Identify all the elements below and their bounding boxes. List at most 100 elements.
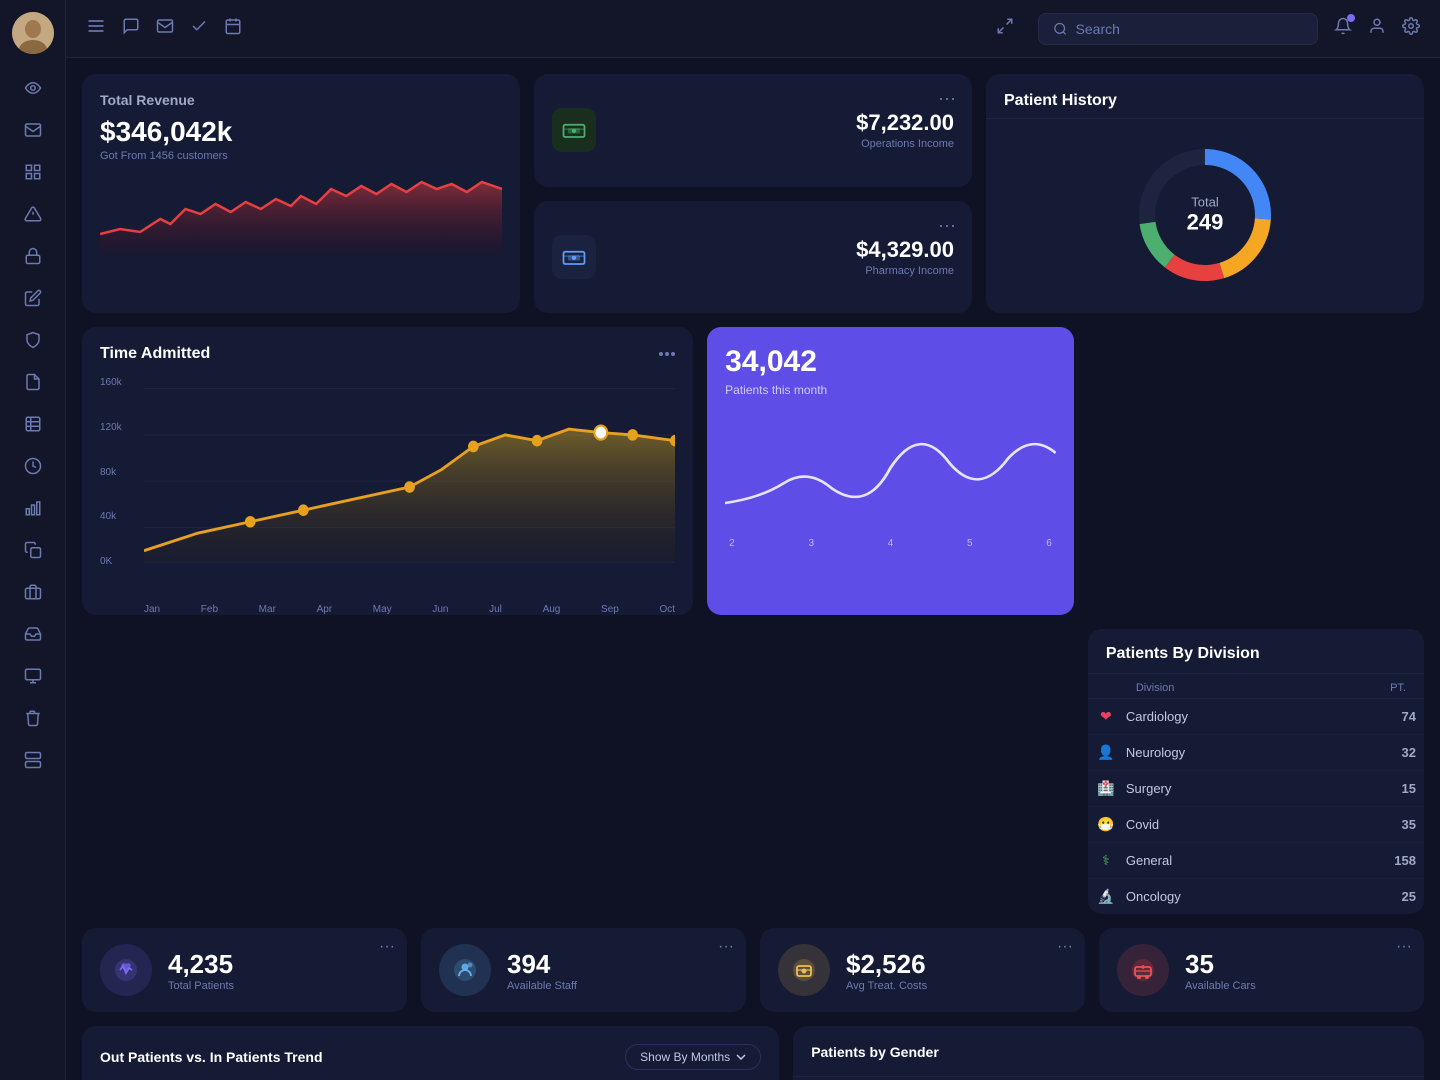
patient-history-donut: Total 249 <box>1004 135 1406 295</box>
trend-card: Out Patients vs. In Patients Trend Show … <box>82 1026 779 1080</box>
sidebar-icon-lock[interactable] <box>15 238 51 274</box>
general-label: General <box>1126 853 1384 868</box>
chat-nav-icon[interactable] <box>122 17 140 40</box>
division-row-neurology: 👤 Neurology 32 <box>1088 735 1424 771</box>
sidebar-icon-trash[interactable] <box>15 700 51 736</box>
ops-income-icon <box>552 108 596 152</box>
patients-month-label: Patients this month <box>725 383 1056 397</box>
available-cars-icon-wrap <box>1117 944 1169 996</box>
chevron-down-icon <box>736 1054 746 1060</box>
pt-col-header: PT. <box>1390 682 1406 694</box>
division-col-header: Division <box>1136 682 1380 694</box>
patients-by-division-card: Patients By Division Division PT. ❤ Card… <box>1088 629 1424 914</box>
neurology-icon: 👤 <box>1096 744 1116 761</box>
division-row-surgery: 🏥 Surgery 15 <box>1088 771 1424 807</box>
division-title: Patients By Division <box>1088 629 1424 674</box>
patient-history-total: Total 249 <box>1187 195 1224 236</box>
topnav <box>66 0 1440 58</box>
sidebar-icon-server[interactable] <box>15 742 51 778</box>
covid-label: Covid <box>1126 817 1392 832</box>
ops-income-data: $7,232.00 Operations Income <box>612 110 954 150</box>
ops-income-amount: $7,232.00 <box>612 110 954 136</box>
income-cards: ··· $7,232.00 Operations Income ··· $4,3… <box>534 74 972 313</box>
revenue-amount: $346,042k <box>100 116 502 148</box>
staff-icon <box>452 957 478 983</box>
stat-patients-menu[interactable]: ··· <box>379 938 395 956</box>
bottom-row: Out Patients vs. In Patients Trend Show … <box>82 1026 1424 1080</box>
stat-cars-menu[interactable]: ··· <box>1396 938 1412 956</box>
pharma-income-icon <box>552 235 596 279</box>
oncology-icon: 🔬 <box>1096 888 1116 905</box>
sidebar-icon-eye[interactable] <box>15 70 51 106</box>
row2-wrapper: Time Admitted 160k 120k 80k 40k 0K <box>82 327 1424 914</box>
available-staff-label: Available Staff <box>507 980 577 992</box>
avg-treat-value: $2,526 <box>846 949 927 980</box>
patients-month-value: 34,042 <box>725 345 1056 379</box>
ops-income-menu[interactable]: ··· <box>938 88 956 109</box>
search-box[interactable] <box>1038 13 1318 45</box>
gender-title: Patients by Gender <box>811 1044 1406 1060</box>
sidebar-icon-edit[interactable] <box>15 280 51 316</box>
stat-treat-menu[interactable]: ··· <box>1057 938 1073 956</box>
avg-treat-label: Avg Treat. Costs <box>846 980 927 992</box>
cardiology-label: Cardiology <box>1126 709 1392 724</box>
time-admitted-menu[interactable] <box>659 343 675 361</box>
neurology-label: Neurology <box>1126 745 1392 760</box>
stat-staff-menu[interactable]: ··· <box>718 938 734 956</box>
hamburger-icon[interactable] <box>86 16 106 41</box>
sidebar-icon-grid[interactable] <box>15 154 51 190</box>
show-by-label: Show By Months <box>640 1050 730 1064</box>
sidebar-icon-shield[interactable] <box>15 322 51 358</box>
cardiology-count: 74 <box>1402 709 1416 724</box>
notification-icon[interactable] <box>1334 17 1352 40</box>
revenue-title: Total Revenue <box>100 92 502 108</box>
sidebar-icon-bar[interactable] <box>15 490 51 526</box>
avg-treat-icon-wrap <box>778 944 830 996</box>
available-staff-icon-wrap <box>439 944 491 996</box>
oncology-label: Oncology <box>1126 889 1392 904</box>
revenue-subtitle: Got From 1456 customers <box>100 150 502 162</box>
stat-avg-treat: ··· $2,526 Avg Treat. Costs <box>760 928 1085 1012</box>
pharma-income-data: $4,329.00 Pharmacy Income <box>612 237 954 277</box>
dashboard-content: Total Revenue $346,042k Got From 1456 cu… <box>66 58 1440 1080</box>
pharmacy-income-card: ··· $4,329.00 Pharmacy Income <box>534 201 972 314</box>
sidebar-icon-table[interactable] <box>15 406 51 442</box>
total-patients-icon-wrap <box>100 944 152 996</box>
available-cars-label: Available Cars <box>1185 980 1256 992</box>
general-icon: ⚕ <box>1096 852 1116 869</box>
pharma-income-label: Pharmacy Income <box>612 265 954 277</box>
sidebar-icon-copy[interactable] <box>15 532 51 568</box>
sidebar <box>0 0 66 1080</box>
division-row-cardiology: ❤ Cardiology 74 <box>1088 699 1424 735</box>
user-nav-icon[interactable] <box>1368 17 1386 40</box>
check-nav-icon[interactable] <box>190 17 208 40</box>
search-input[interactable] <box>1076 21 1303 37</box>
sidebar-icon-mail[interactable] <box>15 112 51 148</box>
total-patients-value: 4,235 <box>168 949 234 980</box>
division-list: ❤ Cardiology 74 👤 Neurology 32 🏥 Surgery… <box>1088 699 1424 914</box>
sidebar-icon-monitor[interactable] <box>15 658 51 694</box>
avg-treat-data: $2,526 Avg Treat. Costs <box>846 949 927 992</box>
surgery-icon: 🏥 <box>1096 780 1116 797</box>
stat-available-cars: ··· 35 Available Cars <box>1099 928 1424 1012</box>
settings-icon[interactable] <box>1402 17 1420 40</box>
patient-history-title: Patient History <box>1004 92 1406 110</box>
pharma-income-menu[interactable]: ··· <box>938 215 956 236</box>
sidebar-icon-clock[interactable] <box>15 448 51 484</box>
total-value: 249 <box>1187 210 1224 236</box>
patient-history-card: Patient History Total 249 <box>986 74 1424 313</box>
mail-nav-icon[interactable] <box>156 17 174 40</box>
calendar-nav-icon[interactable] <box>224 17 242 40</box>
show-by-months-btn[interactable]: Show By Months <box>625 1044 761 1070</box>
stat-available-staff: ··· 394 Available Staff <box>421 928 746 1012</box>
user-avatar[interactable] <box>12 12 54 54</box>
sidebar-icon-alert[interactable] <box>15 196 51 232</box>
expand-icon[interactable] <box>996 17 1014 40</box>
sidebar-icon-briefcase[interactable] <box>15 574 51 610</box>
patients-month-chart <box>725 413 1056 548</box>
available-staff-data: 394 Available Staff <box>507 949 577 992</box>
available-cars-value: 35 <box>1185 949 1256 980</box>
money-icon <box>791 957 817 983</box>
sidebar-icon-inbox[interactable] <box>15 616 51 652</box>
sidebar-icon-file[interactable] <box>15 364 51 400</box>
